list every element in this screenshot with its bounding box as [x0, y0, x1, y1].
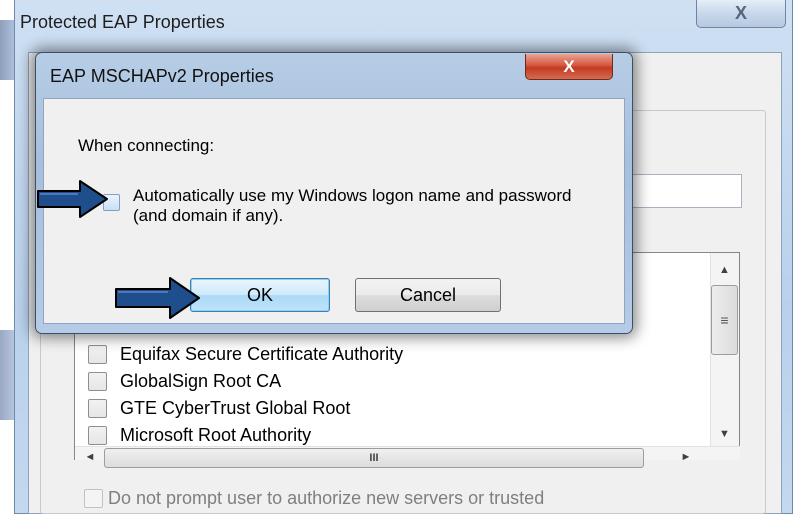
scroll-up-icon[interactable]: ▲	[711, 260, 738, 280]
list-item[interactable]: GTE CyberTrust Global Root	[88, 396, 350, 420]
close-button[interactable]: X	[525, 54, 613, 80]
arrow-right-icon	[115, 277, 200, 319]
auto-logon-label: Automatically use my Windows logon name …	[133, 186, 572, 225]
ok-button[interactable]: OK	[190, 278, 330, 312]
window-title: EAP MSCHAPv2 Properties	[50, 66, 274, 86]
list-item-checkbox[interactable]	[88, 398, 107, 418]
scrollbar-thumb[interactable]: ≡	[711, 285, 738, 355]
grip-icon: III	[369, 452, 379, 464]
scroll-right-icon[interactable]: ►	[676, 447, 696, 467]
list-item[interactable]: GlobalSign Root CA	[88, 369, 281, 393]
grip-icon: ≡	[720, 312, 729, 328]
background-desktop-edge	[0, 330, 14, 420]
do-not-prompt-label: Do not prompt user to authorize new serv…	[108, 488, 545, 508]
list-item[interactable]: Equifax Secure Certificate Authority	[88, 342, 403, 366]
list-item-label: Equifax Secure Certificate Authority	[120, 343, 404, 364]
ok-button-label: OK	[246, 284, 273, 305]
close-icon: X	[734, 3, 747, 23]
do-not-prompt-checkbox-row[interactable]: Do not prompt user to authorize new serv…	[84, 488, 544, 509]
scroll-left-icon[interactable]: ◄	[80, 447, 100, 467]
list-item-checkbox[interactable]	[88, 371, 107, 391]
when-connecting-label: When connecting:	[78, 136, 215, 155]
close-icon: X	[563, 56, 575, 76]
cancel-button[interactable]: Cancel	[355, 278, 501, 312]
list-item-checkbox[interactable]	[88, 425, 107, 445]
list-item-checkbox[interactable]	[88, 344, 107, 364]
list-item-label: Microsoft Root Authority	[120, 424, 312, 445]
close-button[interactable]: X	[696, 0, 786, 28]
scrollbar-thumb[interactable]: III	[104, 448, 644, 468]
arrow-right-icon	[37, 180, 108, 218]
list-item[interactable]: Microsoft Root Authority	[88, 423, 311, 447]
window-title: Protected EAP Properties	[20, 12, 225, 32]
list-item-label: GlobalSign Root CA	[120, 370, 282, 391]
list-item-label: GTE CyberTrust Global Root	[120, 397, 351, 418]
background-desktop-edge	[0, 20, 14, 80]
scroll-down-icon[interactable]: ▼	[711, 424, 738, 444]
cancel-button-label: Cancel	[399, 284, 457, 305]
connect-to-servers-input[interactable]	[620, 174, 742, 208]
do-not-prompt-checkbox[interactable]	[84, 489, 103, 508]
